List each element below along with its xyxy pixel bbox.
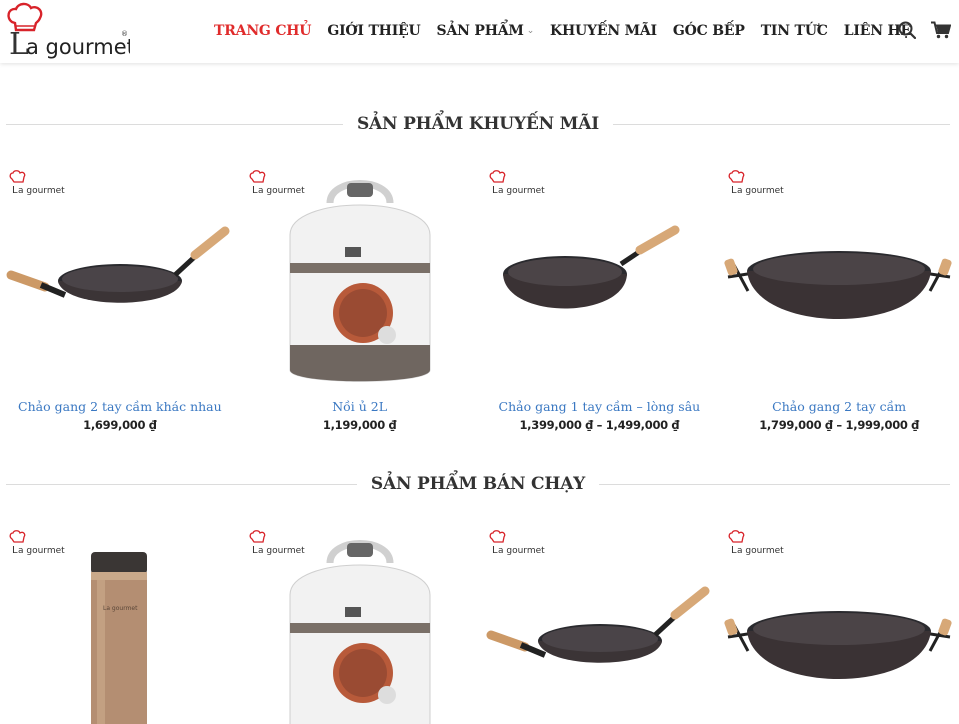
divider [6, 123, 343, 125]
product-card[interactable]: L a gourmet [240, 525, 480, 724]
product-image[interactable]: L a gourmet La gourmet [5, 525, 235, 724]
divider [613, 123, 951, 125]
svg-text:a gourmet: a gourmet [737, 186, 784, 196]
wok-twin-loops-icon [724, 251, 952, 319]
brand-mini-logo: L a gourmet [728, 170, 784, 196]
site-header: L a gourmet ® TRANG CHỦ GIỚI THIỆU SẢN P… [0, 0, 959, 63]
section-bestseller-header: SẢN PHẨM BÁN CHẠY [6, 472, 951, 496]
product-name[interactable]: Chảo gang 2 tay cầm khác nhau [0, 399, 240, 414]
svg-text:®: ® [121, 30, 128, 38]
product-card[interactable]: L a gourmet Chảo gang 1 tay cầm – lòng s… [480, 165, 720, 432]
product-card[interactable]: L a gourmet [480, 525, 720, 724]
nav-item-trang-chu[interactable]: TRANG CHỦ [214, 23, 312, 39]
product-card[interactable]: L a gourmet Chảo gang 2 tay cầm 1,799,00… [719, 165, 959, 432]
chevron-down-icon: ⌄ [526, 26, 535, 36]
brand-mini-logo: L a gourmet [9, 170, 65, 196]
header-icons [897, 20, 951, 40]
product-card[interactable]: L a gourmet Nồi ủ 2L 1,199,000 ₫ [240, 165, 480, 432]
svg-text:a gourmet: a gourmet [737, 546, 784, 556]
product-card[interactable]: L a gourmet [719, 525, 959, 724]
product-price: 1,199,000 ₫ [322, 418, 397, 432]
brand-mini-logo: L a gourmet [489, 530, 545, 556]
product-image[interactable]: L a gourmet [724, 525, 954, 724]
svg-text:a gourmet: a gourmet [18, 186, 65, 196]
product-image[interactable]: L a gourmet [245, 525, 475, 724]
divider [599, 483, 951, 485]
product-name[interactable]: Nồi ủ 2L [240, 399, 480, 414]
svg-text:a gourmet: a gourmet [498, 546, 545, 556]
thermal-cooker-icon [289, 180, 431, 382]
product-image[interactable]: L a gourmet [245, 165, 475, 395]
svg-text:a gourmet: a gourmet [498, 186, 545, 196]
product-image[interactable]: L a gourmet [485, 165, 715, 395]
wok-two-handles-icon [486, 586, 709, 663]
product-image[interactable]: L a gourmet [5, 165, 235, 395]
nav-item-san-pham[interactable]: SẢN PHẨM ⌄ [437, 23, 535, 39]
svg-text:La gourmet: La gourmet [103, 605, 138, 612]
wok-two-handles-icon [6, 226, 230, 303]
brand-mini-logo: L a gourmet [489, 170, 545, 196]
thermal-cooker-icon [289, 540, 431, 724]
nav-item-khuyen-mai[interactable]: KHUYẾN MÃI [550, 23, 657, 39]
bestseller-product-grid: L a gourmet La gourmet L a gourmet L a g… [0, 525, 959, 724]
brand-mini-logo: L a gourmet [9, 530, 65, 556]
promo-product-grid: L a gourmet Chảo gang 2 tay cầm khác nha… [0, 165, 959, 432]
thermos-bottle-icon: La gourmet [91, 552, 147, 724]
section-title: SẢN PHẨM KHUYẾN MÃI [356, 114, 600, 134]
nav-item-gioi-thieu[interactable]: GIỚI THIỆU [327, 23, 420, 39]
nav-item-tin-tuc[interactable]: TIN TỨC [761, 23, 828, 39]
product-name[interactable]: Chảo gang 1 tay cầm – lòng sâu [480, 399, 720, 414]
cart-icon[interactable] [931, 20, 951, 40]
logo-text: a gourmet [26, 35, 130, 59]
svg-text:a gourmet: a gourmet [18, 546, 65, 556]
deep-pan-icon [502, 225, 679, 309]
divider [6, 483, 357, 485]
nav-item-goc-bep[interactable]: GÓC BẾP [673, 23, 745, 39]
product-image[interactable]: L a gourmet [485, 525, 715, 724]
brand-logo[interactable]: L a gourmet ® [6, 2, 135, 62]
product-price: 1,799,000 ₫ – 1,999,000 ₫ [759, 418, 920, 432]
main-nav: TRANG CHỦ GIỚI THIỆU SẢN PHẨM ⌄ KHUYẾN MÃ… [206, 20, 919, 42]
product-image[interactable]: L a gourmet [724, 165, 954, 395]
brand-mini-logo: L a gourmet [728, 530, 784, 556]
section-title: SẢN PHẨM BÁN CHẠY [370, 474, 586, 494]
section-promo-header: SẢN PHẨM KHUYẾN MÃI [6, 112, 951, 136]
product-card[interactable]: L a gourmet Chảo gang 2 tay cầm khác nha… [0, 165, 240, 432]
search-icon[interactable] [897, 20, 917, 40]
product-name[interactable]: Chảo gang 2 tay cầm [719, 399, 959, 414]
wok-twin-loops-icon [724, 611, 952, 679]
product-price: 1,399,000 ₫ – 1,499,000 ₫ [519, 418, 680, 432]
product-card[interactable]: L a gourmet La gourmet [0, 525, 240, 724]
product-price: 1,699,000 ₫ [83, 418, 157, 432]
